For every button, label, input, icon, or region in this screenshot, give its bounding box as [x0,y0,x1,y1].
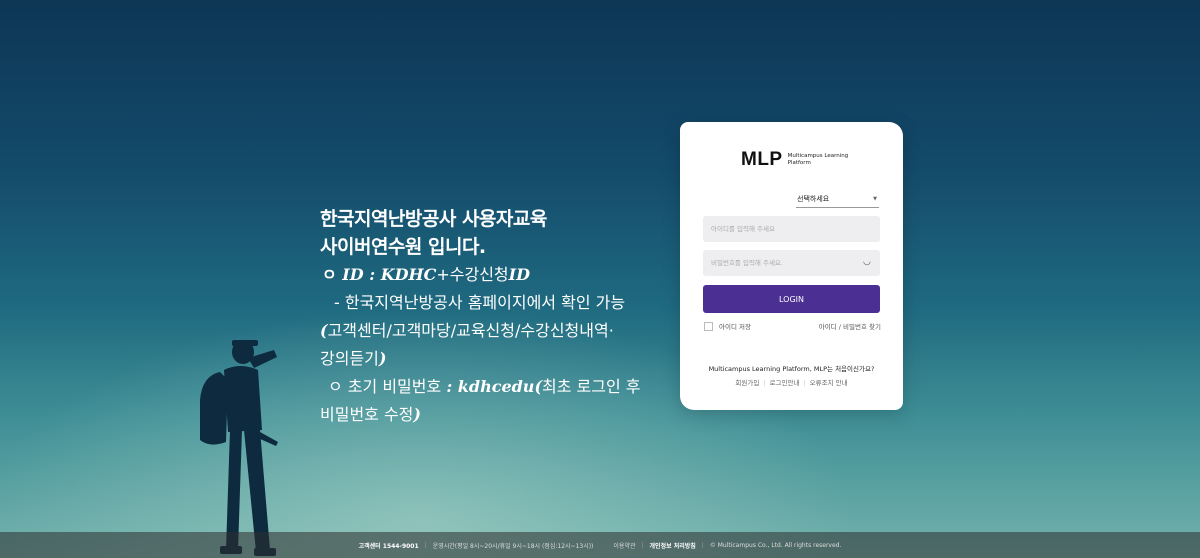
divider: | [763,379,766,387]
mlp-logo: MLP Multicampus Learning Platform [741,149,858,171]
password-input[interactable] [703,250,880,276]
notice-change: 비밀번호 수정 [320,405,414,424]
id-input[interactable] [703,216,880,242]
login-card: MLP Multicampus Learning Platform 선택하세요 … [680,122,903,410]
footer: 고객센터 1544-9001 | 운영시간(평일 8시~20시/휴일 9시~18… [0,532,1200,558]
notice-password-tail: 최초 로그인 후 [542,377,641,396]
notice-lecture: 강의듣기 [320,349,379,368]
notice-password-label: ㅇ 초기 비밀번호 [328,377,447,396]
divider: | [701,541,704,549]
notice-id-plus: +수강신청 [436,265,509,284]
notice-path: 고객센터/고객마당/교육신청/수강신청내역· [327,321,614,340]
eye-closed-icon[interactable]: ◡ [863,257,871,267]
signup-link[interactable]: 회원가입 [735,379,759,387]
notice-bullet: ㅇ [322,265,343,284]
checkbox-icon[interactable] [704,321,713,331]
notice-change-paren: ) [413,405,421,424]
hiker-silhouette [200,340,278,556]
notice-id-line: ㅇ ID : KDHC+수강신청ID [320,261,660,289]
footer-terms-link[interactable]: 이용약관 [613,541,635,550]
logo-mark: MLP [741,149,783,170]
notice-paren-close: ) [378,349,387,368]
notice-path-line: (고객센터/고객마당/교육신청/수강신청내역· [320,317,660,345]
help-links: 회원가입 | 로그인안내 | 오류조치 안내 [680,377,903,387]
error-help-link[interactable]: 오류조치 안내 [810,379,848,387]
divider: | [803,379,806,387]
logo-subtitle: Multicampus Learning Platform [787,153,849,166]
save-id-label: 아이디 저장 [719,323,751,331]
notice-id-suffix: ID [508,265,530,284]
divider: | [641,541,644,549]
footer-copyright: © Multicampus Co., Ltd. All rights reser… [709,541,842,549]
divider: | [424,541,427,549]
site-select-value: 선택하세요 [797,195,830,203]
notice-password-value: : kdhcedu( [446,377,543,396]
footer-phone: 고객센터 1544-9001 [358,542,419,550]
notice-change-line: 비밀번호 수정) [320,401,660,429]
notice-paren-open: ( [320,321,328,340]
footer-hours: 운영시간(평일 8시~20시/휴일 9시~18시 (점심:12시~13시)) [432,542,594,550]
first-visit-question: Multicampus Learning Platform, MLP는 처음이신… [708,365,875,373]
notice-password-line: ㅇ 초기 비밀번호 : kdhcedu(최초 로그인 후 [320,373,660,401]
notice-panel: 한국지역난방공사 사용자교육 사이버연수원 입니다. ㅇ ID : KDHC+수… [320,205,660,429]
notice-title-line1: 한국지역난방공사 사용자교육 [320,208,547,230]
notice-title-line2: 사이버연수원 입니다. [320,236,486,258]
notice-id-label: ID : KDHC [342,265,437,284]
notice-lecture-line: 강의듣기) [320,345,660,373]
find-id-password-link[interactable]: 아이디 / 비밀번호 찾기 [819,321,881,331]
footer-privacy-link[interactable]: 개인정보 처리방침 [650,541,696,550]
site-select[interactable]: 선택하세요 ▼ [796,194,879,208]
notice-homepage-line: - 한국지역난방공사 홈페이지에서 확인 가능 [334,293,626,312]
login-guide-link[interactable]: 로그인안내 [770,379,800,387]
save-id-checkbox[interactable]: 아이디 저장 [704,321,751,331]
chevron-down-icon: ▼ [873,196,877,202]
login-button[interactable]: LOGIN [703,285,880,313]
